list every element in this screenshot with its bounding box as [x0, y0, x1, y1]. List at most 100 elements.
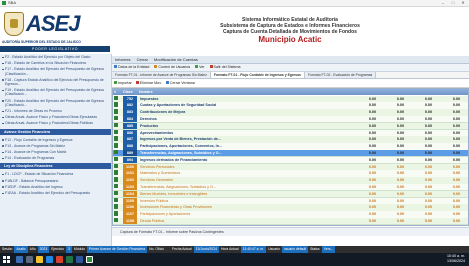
row-value[interactable]: 0.00: [351, 177, 376, 184]
action-button[interactable]: Eliminar Mov.: [134, 79, 164, 87]
row-value[interactable]: 0.00: [351, 116, 376, 123]
menu-item[interactable]: Cerrar: [134, 56, 151, 63]
row-value[interactable]: 0.00: [435, 130, 460, 137]
row-value[interactable]: 0.00: [351, 102, 376, 109]
row-value[interactable]: 0.00: [407, 102, 432, 109]
row-value[interactable]: 0.00: [351, 109, 376, 116]
row-value[interactable]: 0.00: [407, 96, 432, 103]
row-selector[interactable]: [114, 217, 118, 223]
action-button[interactable]: Cerrar Ventana: [164, 79, 197, 87]
row-value[interactable]: 0.00: [351, 198, 376, 205]
row-value[interactable]: 0.00: [435, 109, 460, 116]
row-selector[interactable]: [114, 156, 118, 162]
grid-column-header[interactable]: Nombre: [139, 89, 289, 95]
sidebar-section-avance[interactable]: Avance Gestión Financiera: [0, 128, 111, 135]
row-value[interactable]: 0.00: [435, 164, 460, 171]
row-value[interactable]: 0.00: [351, 218, 376, 225]
row-value[interactable]: 0.00: [379, 191, 404, 198]
row-value[interactable]: 0.00: [379, 102, 404, 109]
row-value[interactable]: 0.00: [379, 150, 404, 157]
format-tab[interactable]: Formato FT-02 - Evaluación de Programas: [304, 72, 377, 78]
row-value[interactable]: 0.00: [379, 170, 404, 177]
row-value[interactable]: 0.00: [379, 143, 404, 150]
row-value[interactable]: 0.00: [435, 198, 460, 205]
toolbar-button[interactable]: Salir del Sistema: [208, 64, 244, 71]
row-value[interactable]: 0.00: [379, 123, 404, 130]
row-value[interactable]: 0.00: [351, 211, 376, 218]
row-value[interactable]: 0.00: [379, 96, 404, 103]
row-value[interactable]: 0.00: [435, 96, 460, 103]
row-value[interactable]: 0.00: [351, 184, 376, 191]
row-selector[interactable]: [114, 177, 118, 182]
row-value[interactable]: 0.00: [379, 136, 404, 143]
row-value[interactable]: 0.00: [379, 116, 404, 123]
sba-app-icon[interactable]: [86, 256, 93, 263]
row-selector[interactable]: [114, 115, 118, 121]
row-value[interactable]: 0.00: [379, 218, 404, 225]
search-icon[interactable]: [16, 256, 23, 263]
row-value[interactable]: 0.00: [379, 198, 404, 205]
row-value[interactable]: 0.00: [379, 164, 404, 171]
row-value[interactable]: 0.00: [435, 211, 460, 218]
minimize-button[interactable]: –: [438, 0, 448, 6]
sidebar-section-ldf[interactable]: Ley de Disciplina Financiera: [0, 163, 111, 170]
format-tab[interactable]: Formato FT-01 - Informe de Avance de Pro…: [112, 72, 211, 78]
menu-item[interactable]: Informes: [112, 56, 134, 63]
row-value[interactable]: 0.00: [379, 184, 404, 191]
row-value[interactable]: 0.00: [407, 204, 432, 211]
windows-start-icon[interactable]: [3, 256, 10, 263]
sidebar-item[interactable]: F17 - Estado Analítico del Ejercicio del…: [0, 66, 111, 76]
action-button[interactable]: Importar: [112, 79, 134, 87]
row-value[interactable]: 0.00: [407, 150, 432, 157]
row-selector[interactable]: [114, 95, 118, 100]
row-value[interactable]: 0.00: [407, 123, 432, 130]
row-value[interactable]: 0.00: [435, 191, 460, 198]
row-value[interactable]: 0.00: [435, 157, 460, 164]
row-value[interactable]: 0.00: [407, 177, 432, 184]
row-value[interactable]: 0.00: [407, 130, 432, 137]
row-value[interactable]: 0.00: [351, 164, 376, 171]
row-value[interactable]: 0.00: [407, 109, 432, 116]
row-value[interactable]: 0.00: [351, 170, 376, 177]
row-value[interactable]: 0.00: [351, 96, 376, 103]
toolbar-button[interactable]: Control de Usuarios: [152, 64, 193, 71]
maximize-button[interactable]: □: [448, 0, 458, 6]
row-selector[interactable]: [114, 163, 118, 168]
toolbar-button[interactable]: Datos de la Entidad: [112, 64, 152, 71]
row-selector[interactable]: [114, 204, 118, 209]
row-value[interactable]: 0.00: [351, 130, 376, 137]
row-value[interactable]: 0.00: [435, 184, 460, 191]
grid-row[interactable]: 1108 Deuda Pública 0.00 0.00 0.00 0.00: [113, 217, 468, 225]
row-value[interactable]: 0.00: [435, 177, 460, 184]
row-value[interactable]: 0.00: [379, 211, 404, 218]
chrome-icon[interactable]: [56, 256, 63, 263]
file-explorer-icon[interactable]: [36, 256, 43, 263]
row-value[interactable]: 0.00: [435, 102, 460, 109]
word-icon[interactable]: [76, 256, 83, 263]
row-selector[interactable]: [114, 190, 118, 196]
row-value[interactable]: 0.00: [435, 170, 460, 177]
sidebar-item[interactable]: F14 - Evaluación de Programas: [0, 155, 111, 161]
row-selector[interactable]: [114, 149, 118, 155]
excel-icon[interactable]: [66, 256, 73, 263]
row-selector[interactable]: [114, 197, 118, 202]
row-value[interactable]: 0.00: [379, 204, 404, 211]
row-value[interactable]: 0.00: [379, 157, 404, 164]
row-selector[interactable]: [114, 170, 118, 175]
edge-browser-icon[interactable]: [46, 256, 53, 263]
task-view-icon[interactable]: [26, 256, 33, 263]
row-selector[interactable]: [114, 102, 118, 107]
row-value[interactable]: 0.00: [379, 109, 404, 116]
row-value[interactable]: 0.00: [351, 191, 376, 198]
row-value[interactable]: 0.00: [407, 184, 432, 191]
row-value[interactable]: 0.00: [379, 177, 404, 184]
sidebar-item[interactable]: F18 - Captura Estado Analítico del Ejerc…: [0, 77, 111, 87]
row-value[interactable]: 0.00: [407, 164, 432, 171]
row-value[interactable]: 0.00: [351, 136, 376, 143]
row-value[interactable]: 0.00: [407, 198, 432, 205]
row-value[interactable]: 0.00: [407, 116, 432, 123]
system-clock[interactable]: 10:40 a. m. 13/06/2024: [447, 254, 465, 264]
close-button[interactable]: ✕: [458, 0, 468, 6]
row-value[interactable]: 0.00: [351, 143, 376, 150]
row-selector[interactable]: [114, 136, 118, 141]
